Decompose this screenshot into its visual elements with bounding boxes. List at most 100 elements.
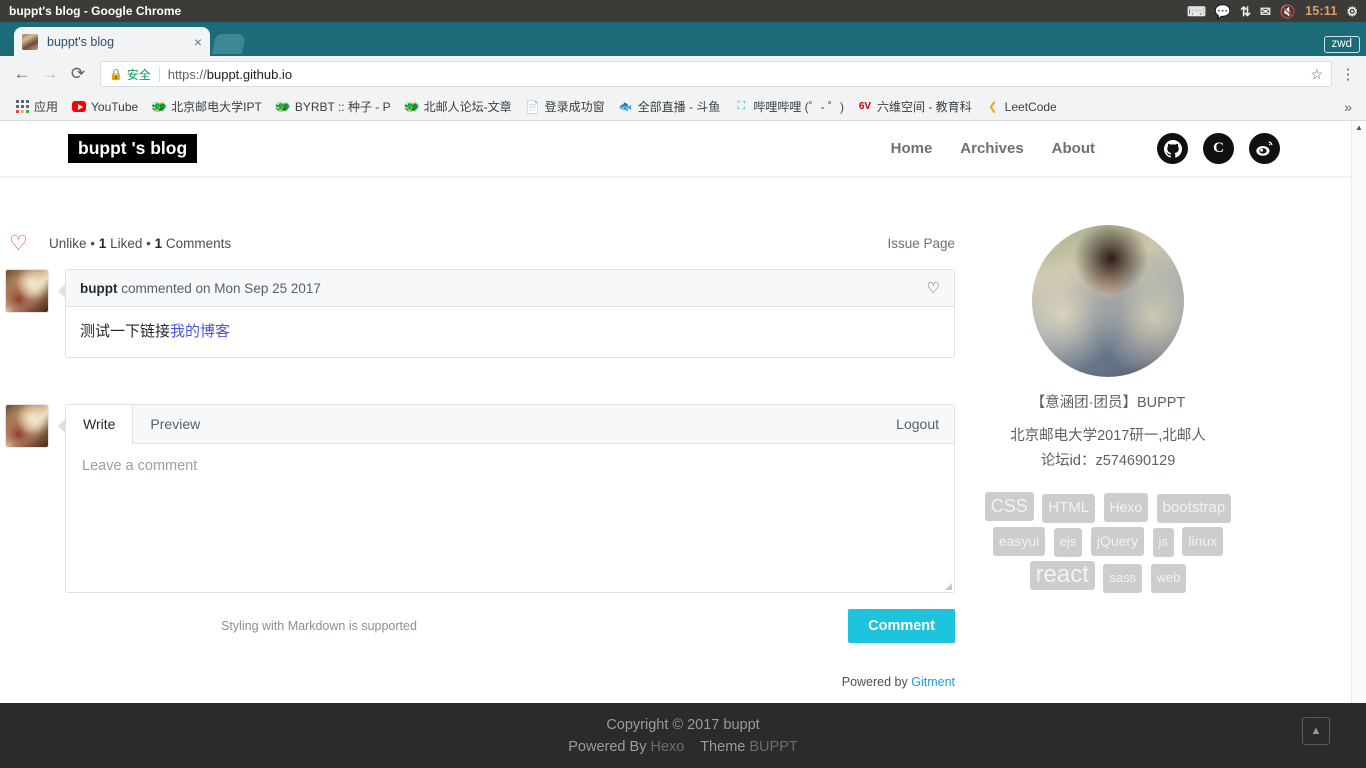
- mail-icon[interactable]: ✉: [1260, 5, 1271, 18]
- tag-css[interactable]: CSS: [984, 492, 1034, 521]
- back-to-top-button[interactable]: ▲: [1302, 717, 1330, 745]
- bookmark-label: LeetCode: [1004, 99, 1057, 114]
- site-header: buppt 's blog Home Archives About C: [0, 121, 1366, 177]
- profile-chip[interactable]: zwd: [1323, 36, 1360, 53]
- comment-link[interactable]: 我的博客: [170, 323, 230, 340]
- tag-sass[interactable]: sass: [1103, 564, 1143, 593]
- bookmarks-overflow-icon[interactable]: »: [1344, 99, 1358, 115]
- tag-ejs[interactable]: ejs: [1053, 528, 1083, 557]
- chevron-up-icon: ▲: [1310, 725, 1322, 737]
- site-footer: Copyright © 2017 buppt Powered By Hexo T…: [0, 703, 1366, 768]
- tab-write[interactable]: Write: [66, 405, 134, 444]
- csdn-icon[interactable]: C: [1203, 133, 1234, 164]
- social-links: C: [1157, 133, 1280, 164]
- scrollbar-thumb[interactable]: [1353, 134, 1366, 214]
- sixsr-icon: 6V: [858, 101, 872, 112]
- page-scrollbar[interactable]: ▲: [1351, 121, 1366, 768]
- avatar[interactable]: [5, 269, 49, 313]
- bookmark-label: 北京邮电大学IPT: [171, 100, 262, 114]
- weibo-icon[interactable]: [1249, 133, 1280, 164]
- separator: •: [90, 235, 96, 251]
- tag-web[interactable]: web: [1150, 564, 1187, 593]
- editor-footer: Styling with Markdown is supported Comme…: [221, 609, 955, 643]
- reload-icon[interactable]: ⟳: [64, 60, 92, 88]
- theme-link[interactable]: BUPPT: [749, 739, 797, 755]
- bookmark-item-leetcode[interactable]: ❮ LeetCode: [979, 96, 1064, 118]
- clock[interactable]: 15:11: [1305, 4, 1337, 18]
- tag-bootstrap[interactable]: bootstrap: [1156, 494, 1232, 523]
- address-bar[interactable]: 🔒 安全 https://buppt.github.io ☆: [100, 61, 1332, 87]
- comment-textarea[interactable]: Leave a comment: [66, 444, 954, 592]
- bookmark-item-bilibili[interactable]: ⛶ 哔哩哔哩 (゜- ゜): [727, 96, 851, 118]
- profile-name: 【意涵团·团员】BUPPT: [1030, 395, 1186, 411]
- bookmark-star-icon[interactable]: ☆: [1310, 66, 1323, 83]
- network-updown-icon[interactable]: ⇅: [1240, 5, 1251, 18]
- comment-item: buppt commented on Mon Sep 25 2017 ♡ 测试一…: [5, 269, 955, 358]
- douyu-icon: 🐟: [618, 101, 633, 113]
- new-tab-button[interactable]: [211, 34, 247, 54]
- tag-jquery[interactable]: jQuery: [1090, 527, 1145, 556]
- powered-by: Powered by Gitment: [221, 675, 955, 689]
- comments-label: Comments: [165, 235, 232, 251]
- logout-button[interactable]: Logout: [896, 405, 954, 443]
- url-text: https://buppt.github.io: [168, 67, 292, 82]
- bookmark-item-byr-forum[interactable]: 🐲 北邮人论坛-文章: [398, 96, 519, 118]
- bookmark-item-sixsr[interactable]: 6V 六维空间 - 教育科: [851, 96, 979, 118]
- resize-handle[interactable]: [945, 583, 952, 590]
- bookmark-item-login[interactable]: 📄 登录成功窗: [519, 96, 612, 118]
- nav-item-about[interactable]: About: [1052, 140, 1095, 157]
- close-icon[interactable]: ×: [194, 35, 202, 49]
- keyboard-icon[interactable]: ⌨: [1187, 5, 1206, 18]
- editor-tabs: Write Preview Logout: [66, 405, 954, 444]
- tag-react[interactable]: react: [1029, 561, 1095, 590]
- bookmark-label: 登录成功窗: [544, 100, 605, 114]
- chrome-menu-icon[interactable]: ⋮: [1338, 65, 1358, 83]
- issue-page-link[interactable]: Issue Page: [887, 236, 955, 251]
- footer-credits: Powered By Hexo Theme BUPPT: [568, 739, 797, 755]
- gitment-link[interactable]: Gitment: [911, 675, 955, 689]
- site-logo[interactable]: buppt 's blog: [68, 133, 198, 164]
- scroll-up-icon[interactable]: ▲: [1352, 121, 1366, 132]
- tag-html[interactable]: HTML: [1042, 494, 1096, 523]
- os-titlebar: buppt's blog - Google Chrome ⌨ 💬 ⇅ ✉ 🔇 1…: [0, 0, 1366, 22]
- bookmarks-bar: 应用 YouTube 🐲 北京邮电大学IPT 🐲 BYRBT :: 种子 - P…: [0, 93, 1366, 121]
- profile-desc-line2: 论坛id：z574690129: [1040, 453, 1176, 469]
- browser-tab[interactable]: buppt's blog ×: [14, 27, 210, 56]
- leetcode-icon: ❮: [988, 101, 998, 113]
- editor-box: Write Preview Logout Leave a comment: [58, 404, 955, 593]
- document-icon: 📄: [525, 99, 541, 114]
- comment-body: 测试一下链接我的博客: [66, 307, 954, 357]
- submit-comment-button[interactable]: Comment: [848, 609, 955, 643]
- heart-like-icon[interactable]: ♡: [9, 233, 35, 254]
- wechat-icon[interactable]: 💬: [1215, 5, 1231, 18]
- tag-linux[interactable]: linux: [1182, 527, 1224, 556]
- markdown-note: Styling with Markdown is supported: [221, 619, 417, 633]
- tag-js[interactable]: js: [1152, 528, 1174, 557]
- liked-count: 1: [98, 235, 107, 251]
- firefox-icon: 🐲: [151, 98, 168, 114]
- nav-item-archives[interactable]: Archives: [960, 140, 1023, 157]
- tag-hexo[interactable]: Hexo: [1103, 493, 1149, 522]
- heart-outline-icon[interactable]: ♡: [927, 279, 940, 297]
- bookmark-item-apps[interactable]: 应用: [8, 96, 65, 118]
- nav-item-home[interactable]: Home: [891, 140, 933, 157]
- comment-author[interactable]: buppt: [80, 281, 117, 296]
- bookmark-item-byrbt[interactable]: 🐲 BYRBT :: 种子 - P: [269, 96, 398, 118]
- tab-preview[interactable]: Preview: [133, 405, 217, 443]
- bookmark-item-youtube[interactable]: YouTube: [65, 96, 145, 118]
- bookmark-item-douyu[interactable]: 🐟 全部直播 - 斗鱼: [612, 96, 728, 118]
- main-column: ♡ Unlike • 1 Liked • 1 Comments Issue Pa…: [0, 177, 955, 689]
- hexo-link[interactable]: Hexo: [650, 739, 684, 755]
- profile-desc-line1: 北京邮电大学2017研一,北邮人: [1010, 428, 1206, 444]
- back-icon[interactable]: ←: [8, 60, 36, 88]
- bookmark-item-bupt-ipt[interactable]: 🐲 北京邮电大学IPT: [145, 96, 269, 118]
- power-icon[interactable]: ⚙: [1346, 5, 1358, 18]
- unlike-label[interactable]: Unlike: [49, 236, 87, 251]
- tag-easyui[interactable]: easyui: [992, 527, 1046, 556]
- bookmark-label: 应用: [34, 100, 59, 114]
- comment-bubble: buppt commented on Mon Sep 25 2017 ♡ 测试一…: [58, 269, 955, 358]
- avatar[interactable]: [5, 404, 49, 448]
- volume-muted-icon[interactable]: 🔇: [1280, 5, 1296, 18]
- github-icon[interactable]: [1157, 133, 1188, 164]
- firefox-icon: 🐲: [274, 98, 291, 114]
